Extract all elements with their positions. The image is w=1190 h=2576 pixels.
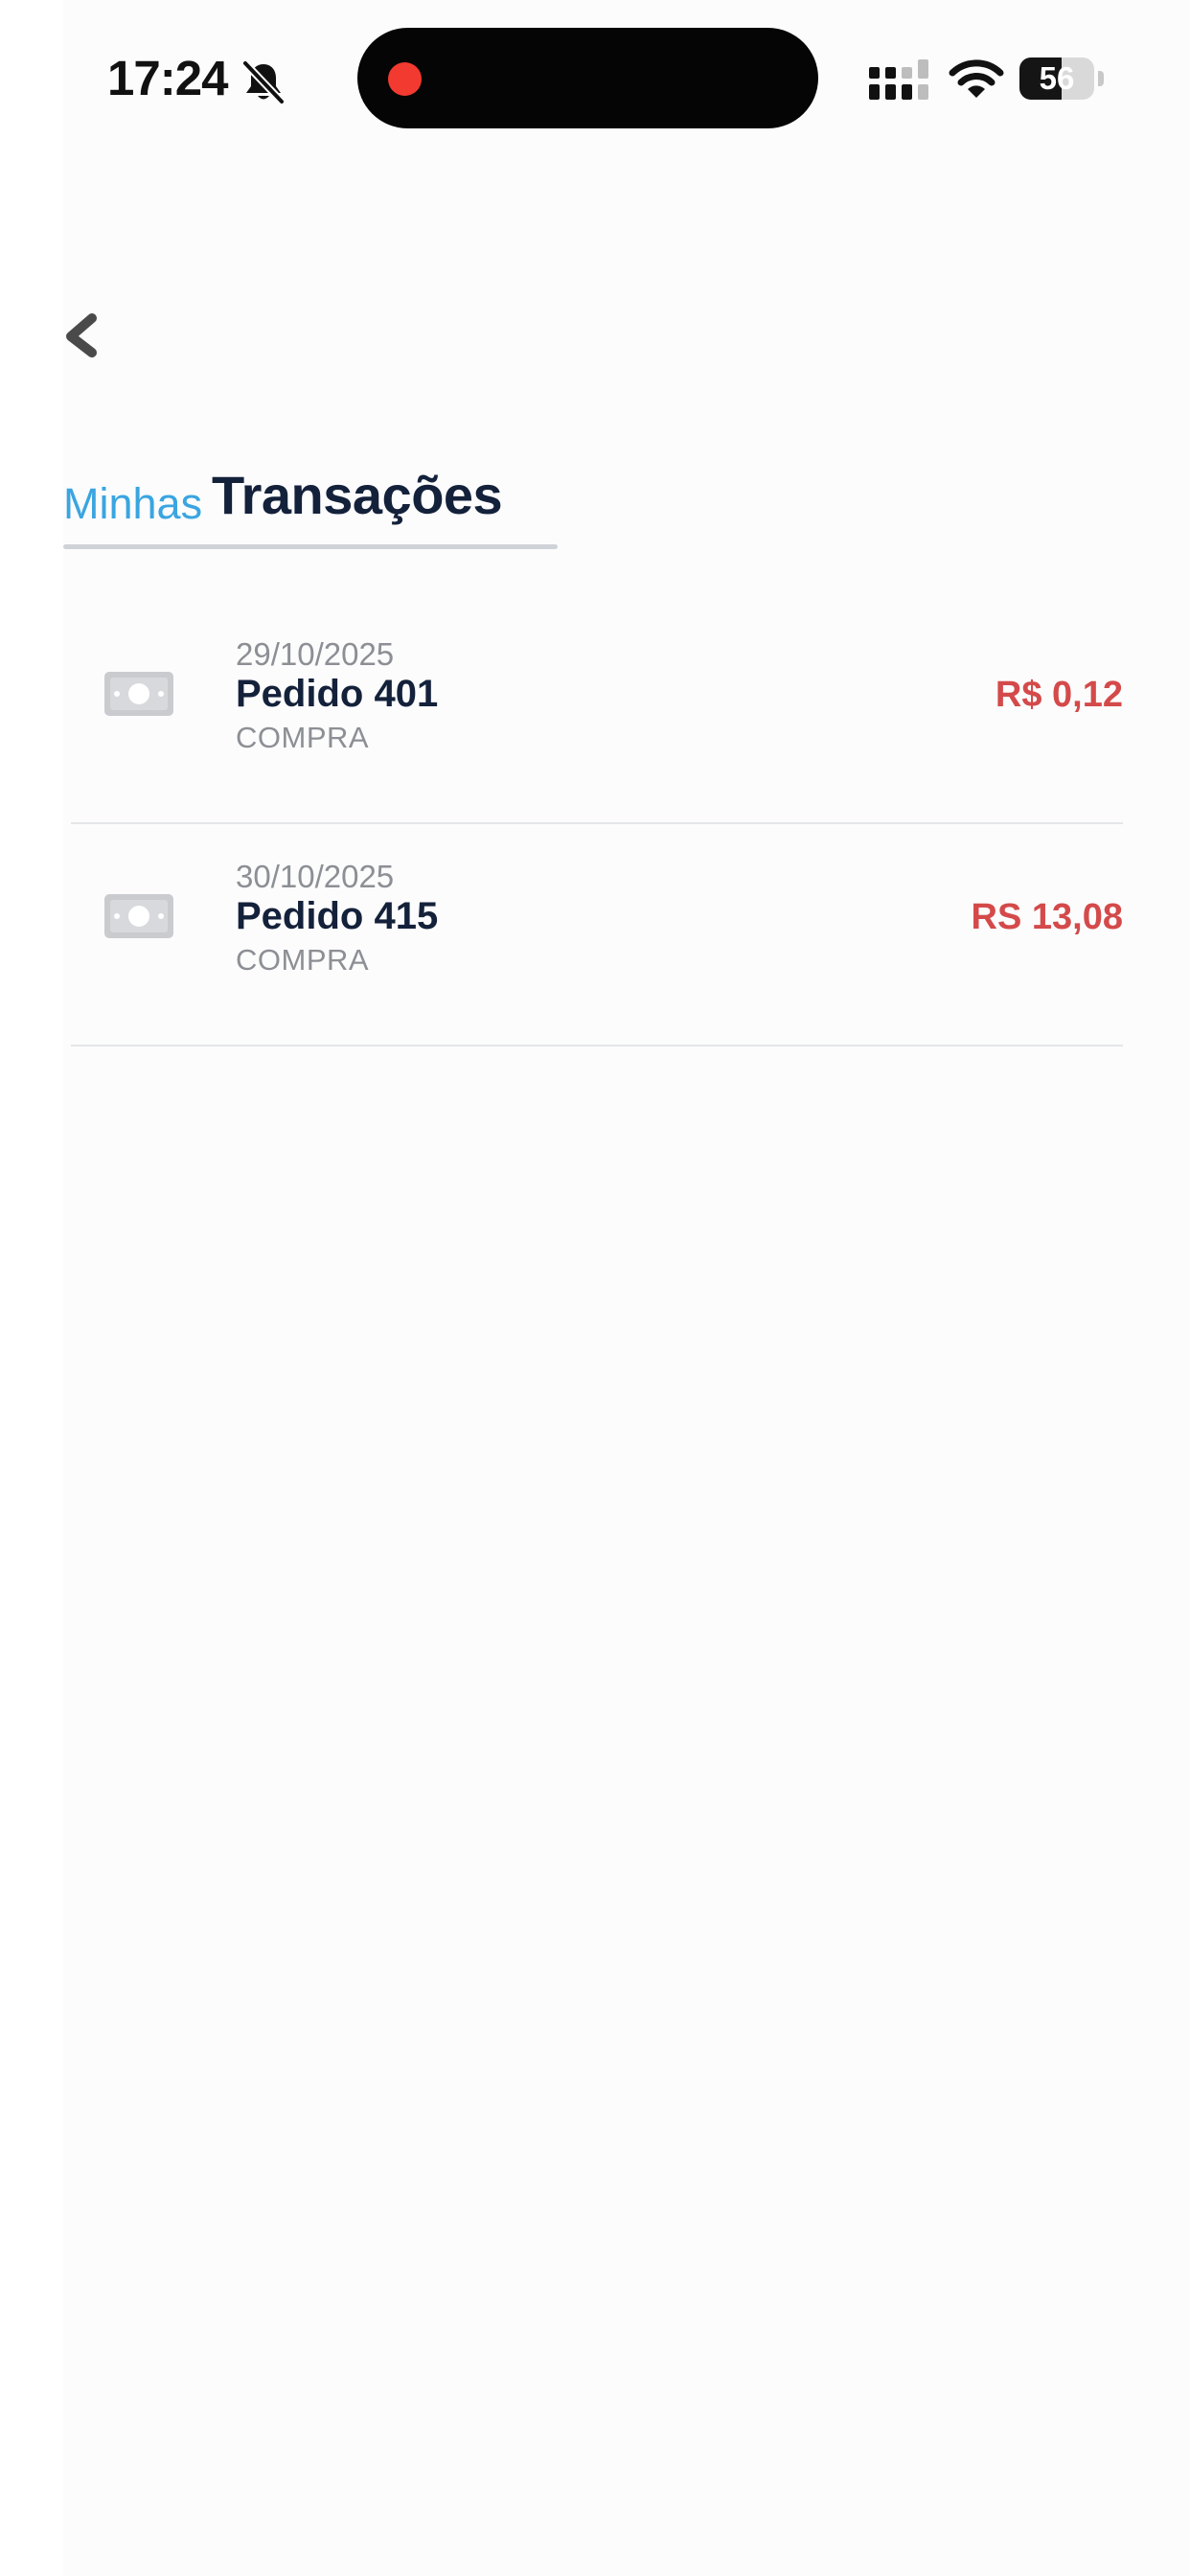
page-title: Transações <box>212 465 503 525</box>
header-underline <box>63 544 558 549</box>
wifi-icon <box>949 58 1004 100</box>
status-bar: 17:24 56 <box>0 0 1190 163</box>
transaction-row[interactable]: 30/10/2025 Pedido 415 COMPRA RS 13,08 <box>71 824 1123 1046</box>
screen: 17:24 56 Minhas Transações 29/10/2025 Pe… <box>0 0 1190 2576</box>
cellular-signal-icon <box>867 58 934 102</box>
cash-icon <box>103 669 174 719</box>
transaction-date: 29/10/2025 <box>236 636 395 672</box>
page-header: Minhas Transações <box>63 460 558 552</box>
battery-level: 56 <box>1039 60 1075 96</box>
cash-icon <box>103 891 174 941</box>
bell-slash-icon <box>240 58 287 105</box>
left-edge-strip <box>0 0 63 2576</box>
recording-indicator <box>388 62 422 96</box>
back-button[interactable] <box>56 305 113 366</box>
battery-icon: 56 <box>1019 58 1106 100</box>
page-title-prefix: Minhas <box>63 479 203 528</box>
transaction-type: COMPRA <box>236 943 370 977</box>
dynamic-island <box>357 28 818 128</box>
transaction-amount: R$ 0,12 <box>995 675 1123 715</box>
transaction-date: 30/10/2025 <box>236 859 395 894</box>
battery-body: 56 <box>1019 58 1094 100</box>
transaction-row[interactable]: 29/10/2025 Pedido 401 COMPRA R$ 0,12 <box>71 602 1123 824</box>
battery-cap <box>1098 71 1104 86</box>
transaction-amount: RS 13,08 <box>971 897 1123 937</box>
chevron-left-icon <box>66 313 97 357</box>
transaction-type: COMPRA <box>236 721 370 754</box>
transactions-list: 29/10/2025 Pedido 401 COMPRA R$ 0,12 30/… <box>71 602 1123 1046</box>
transaction-title: Pedido 415 <box>236 895 439 937</box>
transaction-title: Pedido 401 <box>236 673 439 715</box>
status-time: 17:24 <box>107 51 228 105</box>
